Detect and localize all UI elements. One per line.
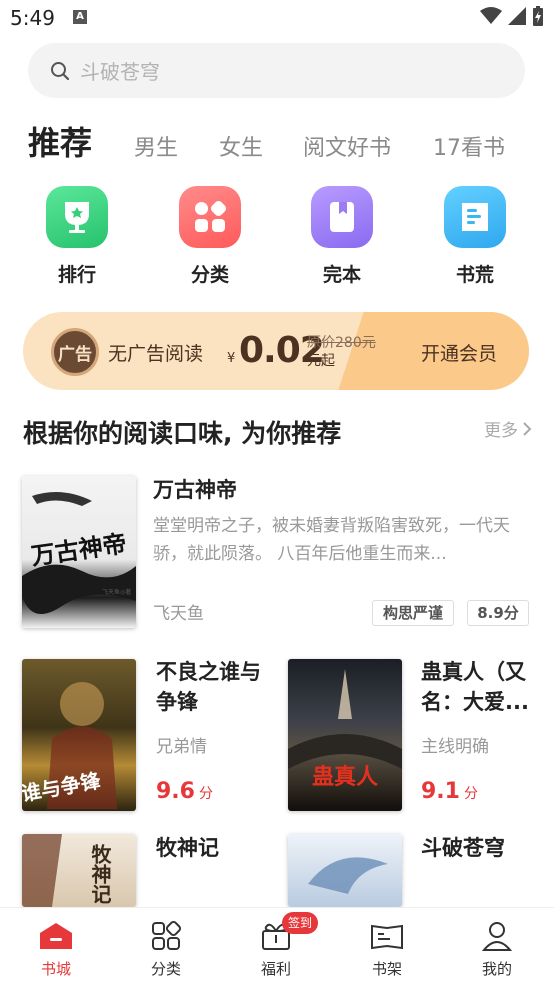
nav-bookshelf-label: 书架	[371, 960, 402, 978]
booklist-icon	[444, 186, 506, 248]
nav-profile-label: 我的	[481, 960, 512, 978]
search-bar[interactable]: 斗破苍穹	[28, 43, 525, 98]
quick-category[interactable]: 分类	[179, 186, 241, 287]
profile-icon	[462, 918, 532, 954]
book-cover[interactable]: 谁与争锋	[22, 659, 136, 811]
tab-17kanshu[interactable]: 17看书	[433, 130, 505, 162]
more-label: 更多	[484, 421, 518, 441]
book-title[interactable]: 斗破苍穹	[421, 833, 537, 863]
notification-a-icon: A	[73, 10, 87, 24]
quick-ranking[interactable]: 排行	[46, 186, 108, 287]
featured-cover-title: 万古神帝	[29, 529, 128, 571]
quick-ranking-label: 排行	[57, 264, 96, 286]
search-icon	[51, 61, 70, 80]
book-title[interactable]: 不良之谁与争锋	[156, 657, 272, 717]
chevron-right-icon	[523, 421, 532, 436]
bookstore-icon	[21, 918, 91, 954]
book-tag: 主线明确	[421, 737, 489, 757]
tab-yuewen[interactable]: 阅文好书	[303, 130, 391, 162]
book-cover[interactable]	[288, 834, 402, 907]
book-score: 9.1 分	[421, 779, 478, 804]
quick-booklist-label: 书荒	[455, 264, 494, 286]
book-score-unit: 分	[463, 786, 478, 802]
featured-cover-author: 飞天鱼◎著	[102, 588, 131, 596]
book-title[interactable]: 牧神记	[156, 833, 272, 863]
tab-female[interactable]: 女生	[219, 130, 263, 162]
nav-category-label: 分类	[150, 960, 181, 978]
featured-book-cover[interactable]: 万古神帝 飞天鱼◎著	[22, 476, 136, 628]
battery-icon	[533, 6, 543, 26]
book-cover[interactable]: 牧神记	[22, 834, 136, 907]
quick-category-label: 分类	[190, 264, 229, 286]
nav-profile[interactable]: 我的	[462, 918, 532, 979]
book-cover-text: 蛊真人	[312, 764, 378, 790]
bottom-nav: 书城 分类 福利 书架 我的 签到	[0, 907, 554, 985]
category-icon	[131, 918, 201, 954]
book-tag: 兄弟情	[156, 737, 207, 757]
quick-finished[interactable]: 完本	[311, 186, 373, 287]
book-score-value: 9.1	[421, 779, 460, 804]
quick-booklist[interactable]: 书荒	[444, 186, 506, 287]
trophy-icon	[46, 186, 108, 248]
no-ads-badge: 广告	[51, 328, 99, 376]
vip-price-suffix: 元起	[307, 353, 335, 369]
book-icon	[311, 186, 373, 248]
vip-banner[interactable]: 广告 无广告阅读 ¥ 0.02 原价280元 元起 开通会员	[23, 312, 529, 390]
vip-currency: ¥	[227, 351, 236, 366]
book-score-value: 9.6	[156, 779, 195, 804]
nav-bookstore-label: 书城	[40, 960, 71, 978]
channel-tabs: 推荐 男生 女生 阅文好书 17看书	[28, 118, 528, 168]
featured-book-description: 堂堂明帝之子，被未婚妻背叛陷害致死，一代天骄，就此陨落。 八百年后他重生而来..…	[153, 516, 510, 564]
book-score: 9.6 分	[156, 779, 213, 804]
status-time: 5:49	[10, 6, 55, 30]
nav-category[interactable]: 分类	[131, 918, 201, 979]
nav-bookstore[interactable]: 书城	[21, 918, 91, 979]
nav-bookshelf[interactable]: 书架	[352, 918, 422, 979]
bookshelf-icon	[352, 918, 422, 954]
featured-book-score: 8.9分	[467, 600, 529, 626]
category-icon	[179, 186, 241, 248]
status-icons	[480, 6, 544, 26]
book-cover[interactable]: 蛊真人	[288, 659, 402, 811]
quick-finished-label: 完本	[322, 264, 361, 286]
open-vip-button[interactable]: 开通会员	[421, 339, 497, 366]
status-bar: 5:49 A	[0, 0, 554, 36]
book-cover-text: 牧神记	[88, 843, 112, 904]
checkin-badge[interactable]: 签到	[282, 912, 319, 934]
section-title: 根据你的阅读口味, 为你推荐	[23, 419, 342, 448]
nav-welfare-label: 福利	[260, 960, 291, 978]
vip-title: 无广告阅读	[108, 343, 204, 365]
more-button[interactable]: 更多	[484, 416, 532, 441]
tab-male[interactable]: 男生	[134, 130, 178, 162]
search-placeholder: 斗破苍穹	[80, 60, 160, 84]
wifi-icon	[480, 7, 502, 24]
tab-recommend[interactable]: 推荐	[28, 118, 92, 164]
featured-book-author: 飞天鱼	[153, 604, 204, 624]
vip-original-price: 原价280元	[307, 335, 376, 351]
book-title[interactable]: 蛊真人（又名：大爱...	[421, 657, 537, 717]
signal-icon	[508, 7, 526, 25]
featured-book-title[interactable]: 万古神帝	[153, 474, 237, 504]
featured-book-tag: 构思严谨	[372, 600, 455, 626]
book-score-unit: 分	[198, 786, 213, 802]
